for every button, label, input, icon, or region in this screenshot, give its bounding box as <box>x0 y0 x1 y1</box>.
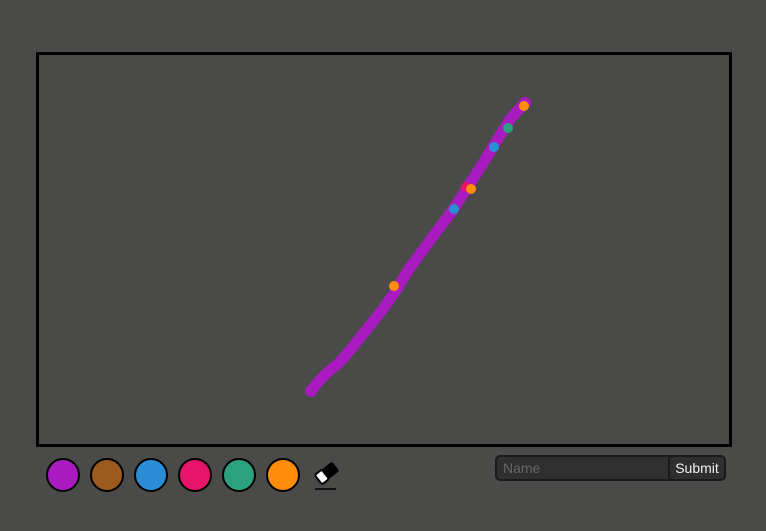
paint-dot <box>466 184 476 194</box>
color-swatch-pink[interactable] <box>178 458 212 492</box>
stroke-start-dot <box>305 385 317 397</box>
paint-dot <box>503 123 513 133</box>
eraser-button[interactable] <box>310 458 344 492</box>
color-swatch-blue[interactable] <box>134 458 168 492</box>
color-palette <box>46 458 344 492</box>
submit-button[interactable]: Submit <box>668 455 726 481</box>
drawing-surface[interactable] <box>39 55 729 444</box>
color-swatch-brown[interactable] <box>90 458 124 492</box>
color-swatch-purple[interactable] <box>46 458 80 492</box>
paint-dot <box>449 204 459 214</box>
paint-dot <box>489 142 499 152</box>
color-swatch-orange[interactable] <box>266 458 300 492</box>
name-input[interactable] <box>495 455 675 481</box>
eraser-icon <box>314 462 339 490</box>
paint-dot <box>519 101 529 111</box>
drawing-canvas[interactable] <box>36 52 732 447</box>
color-swatch-green[interactable] <box>222 458 256 492</box>
drawing-app: Submit <box>0 0 766 531</box>
paint-dot <box>389 281 399 291</box>
